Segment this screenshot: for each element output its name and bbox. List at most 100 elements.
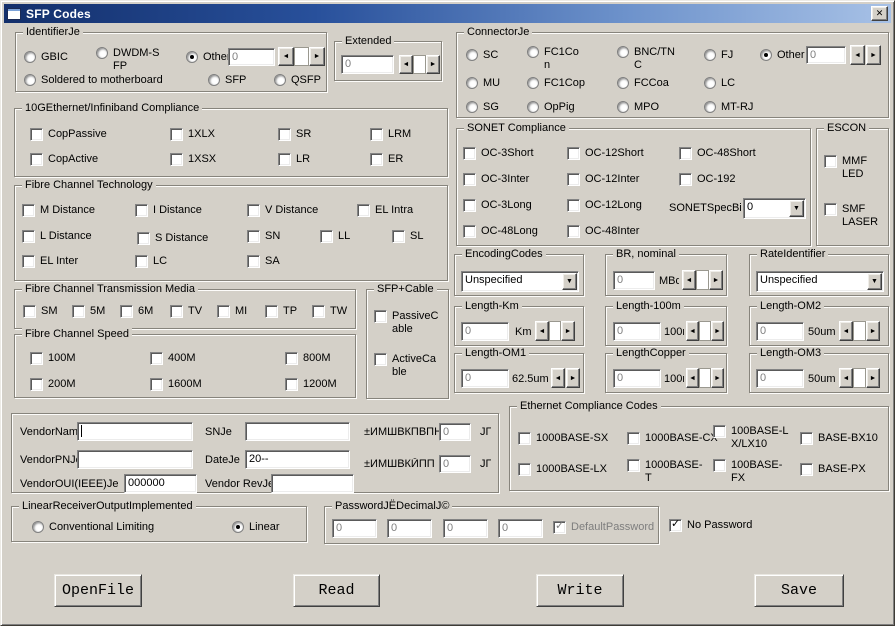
- spin-track[interactable]: [699, 321, 711, 341]
- checkbox-1000base-lx[interactable]: 1000BASE-LX: [518, 463, 607, 476]
- save-button[interactable]: Save: [754, 574, 844, 607]
- checkbox-ll[interactable]: LL: [320, 230, 350, 243]
- checkbox-1000base-sx[interactable]: 1000BASE-SX: [518, 432, 608, 445]
- spin-track[interactable]: [699, 368, 711, 388]
- checkbox-oc48long[interactable]: OC-48Long: [463, 225, 538, 238]
- radio-sg[interactable]: SG: [466, 101, 499, 114]
- spin-left-button[interactable]: ◄: [850, 45, 865, 65]
- checkbox-oc3inter[interactable]: OC-3Inter: [463, 173, 529, 186]
- checkbox-1600m[interactable]: 1600M: [150, 378, 202, 391]
- spin-left-button[interactable]: ◄: [686, 321, 699, 341]
- radio-qsfp[interactable]: QSFP: [274, 74, 321, 87]
- checkbox-6m[interactable]: 6M: [120, 305, 153, 318]
- dropdown-arrow-button[interactable]: ▼: [562, 273, 577, 290]
- checkbox-800m[interactable]: 800M: [285, 352, 331, 365]
- radio-gbic[interactable]: GBIC: [24, 51, 68, 64]
- radio-soldered[interactable]: Soldered to motherboard: [24, 74, 163, 87]
- checkbox-sn[interactable]: SN: [247, 230, 280, 243]
- checkbox-l-distance[interactable]: L Distance: [22, 230, 92, 243]
- length-om3-value[interactable]: 0: [756, 369, 804, 388]
- checkbox-smf-laser[interactable]: SMF LASER: [824, 203, 882, 229]
- radio-fj[interactable]: FJ: [704, 49, 733, 62]
- checkbox-100base-lx-lx10[interactable]: 100BASE-LX/LX10: [713, 425, 789, 451]
- password-field-3[interactable]: 0: [443, 519, 488, 538]
- checkbox-1000base-t[interactable]: 1000BASE-T: [627, 459, 703, 485]
- checkbox-tv[interactable]: TV: [170, 305, 202, 318]
- title-bar[interactable]: SFP Codes ✕: [4, 4, 891, 23]
- password-field-2[interactable]: 0: [387, 519, 432, 538]
- dropdown-arrow-button[interactable]: ▼: [789, 200, 804, 217]
- checkbox-sl[interactable]: SL: [392, 230, 423, 243]
- spin-left-button[interactable]: ◄: [535, 321, 549, 341]
- radio-identifier-other[interactable]: Other: [186, 51, 231, 64]
- length-km-value[interactable]: 0: [461, 322, 509, 341]
- checkbox-oc12short[interactable]: OC-12Short: [567, 147, 644, 160]
- checkbox-oc48inter[interactable]: OC-48Inter: [567, 225, 639, 238]
- spin-right-button[interactable]: ►: [309, 47, 325, 66]
- extended-value[interactable]: 0: [341, 55, 394, 74]
- vendor-rev-field[interactable]: [271, 474, 354, 493]
- checkbox-1200m[interactable]: 1200M: [285, 378, 337, 391]
- spin-left-button[interactable]: ◄: [682, 270, 696, 290]
- checkbox-base-px[interactable]: BASE-PX: [800, 463, 866, 476]
- spin-right-button[interactable]: ►: [866, 368, 880, 388]
- checkbox-v-distance[interactable]: V Distance: [247, 204, 318, 217]
- spin-track[interactable]: [549, 321, 561, 341]
- spin-right-button[interactable]: ►: [709, 270, 723, 290]
- checkbox-oc192[interactable]: OC-192: [679, 173, 736, 186]
- radio-sc[interactable]: SC: [466, 49, 498, 62]
- checkbox-sr[interactable]: SR: [278, 128, 311, 141]
- checkbox-100base-fx[interactable]: 100BASE-FX: [713, 459, 789, 485]
- checkbox-coppassive[interactable]: CopPassive: [30, 128, 107, 141]
- spin-left-button[interactable]: ◄: [278, 47, 294, 66]
- checkbox-mmf-led[interactable]: MMF LED: [824, 155, 876, 181]
- checkbox-1000base-cx[interactable]: 1000BASE-CX: [627, 432, 718, 445]
- radio-lc[interactable]: LC: [704, 77, 735, 90]
- checkbox-oc12long[interactable]: OC-12Long: [567, 199, 642, 212]
- checkbox-5m[interactable]: 5M: [72, 305, 105, 318]
- spin-track[interactable]: [413, 55, 426, 74]
- spin-left-button[interactable]: ◄: [839, 321, 853, 341]
- checkbox-copactive[interactable]: CopActive: [30, 153, 98, 166]
- radio-fc1cop[interactable]: FC1Cop: [527, 77, 585, 90]
- spin-right-button[interactable]: ►: [866, 321, 880, 341]
- checkbox-tw[interactable]: TW: [312, 305, 347, 318]
- vendor-pn-field[interactable]: [77, 450, 193, 469]
- checkbox-400m[interactable]: 400M: [150, 352, 196, 365]
- checkbox-1xlx[interactable]: 1XLX: [170, 128, 215, 141]
- length-100m-value[interactable]: 0: [613, 322, 661, 341]
- length-om2-value[interactable]: 0: [756, 322, 804, 341]
- radio-bnc-tnc[interactable]: BNC/TNC: [617, 46, 676, 72]
- spin-track[interactable]: [853, 321, 866, 341]
- checkbox-sm[interactable]: SM: [23, 305, 58, 318]
- wavelength1-value[interactable]: 0: [439, 423, 471, 441]
- connector-other-value[interactable]: 0: [806, 46, 846, 64]
- sn-field[interactable]: [245, 422, 350, 441]
- radio-mu[interactable]: MU: [466, 77, 500, 90]
- checkbox-m-distance[interactable]: M Distance: [22, 204, 95, 217]
- spin-left-button[interactable]: ◄: [686, 368, 699, 388]
- radio-fc1con[interactable]: FC1Con: [527, 46, 582, 72]
- checkbox-i-distance[interactable]: I Distance: [135, 204, 202, 217]
- write-button[interactable]: Write: [536, 574, 624, 607]
- checkbox-base-bx10[interactable]: BASE-BX10: [800, 432, 878, 445]
- checkbox-sa[interactable]: SA: [247, 255, 280, 268]
- spin-track[interactable]: [696, 270, 709, 290]
- checkbox-oc3long[interactable]: OC-3Long: [463, 199, 532, 212]
- length-om1-value[interactable]: 0: [461, 369, 509, 388]
- open-file-button[interactable]: OpenFile: [54, 574, 142, 607]
- length-copper-value[interactable]: 0: [613, 369, 661, 388]
- spin-right-button[interactable]: ►: [711, 368, 724, 388]
- spin-right-button[interactable]: ►: [866, 45, 881, 65]
- spin-track[interactable]: [294, 47, 309, 66]
- checkbox-mi[interactable]: MI: [217, 305, 247, 318]
- checkbox-passive-cable[interactable]: PassiveCable: [374, 310, 444, 336]
- radio-connector-other[interactable]: Other: [760, 49, 805, 62]
- vendor-name-field[interactable]: [77, 422, 193, 441]
- spin-left-button[interactable]: ◄: [839, 368, 853, 388]
- wavelength2-value[interactable]: 0: [439, 455, 471, 473]
- br-value[interactable]: 0: [613, 271, 655, 290]
- spin-right-button[interactable]: ►: [711, 321, 724, 341]
- read-button[interactable]: Read: [293, 574, 380, 607]
- checkbox-oc3short[interactable]: OC-3Short: [463, 147, 534, 160]
